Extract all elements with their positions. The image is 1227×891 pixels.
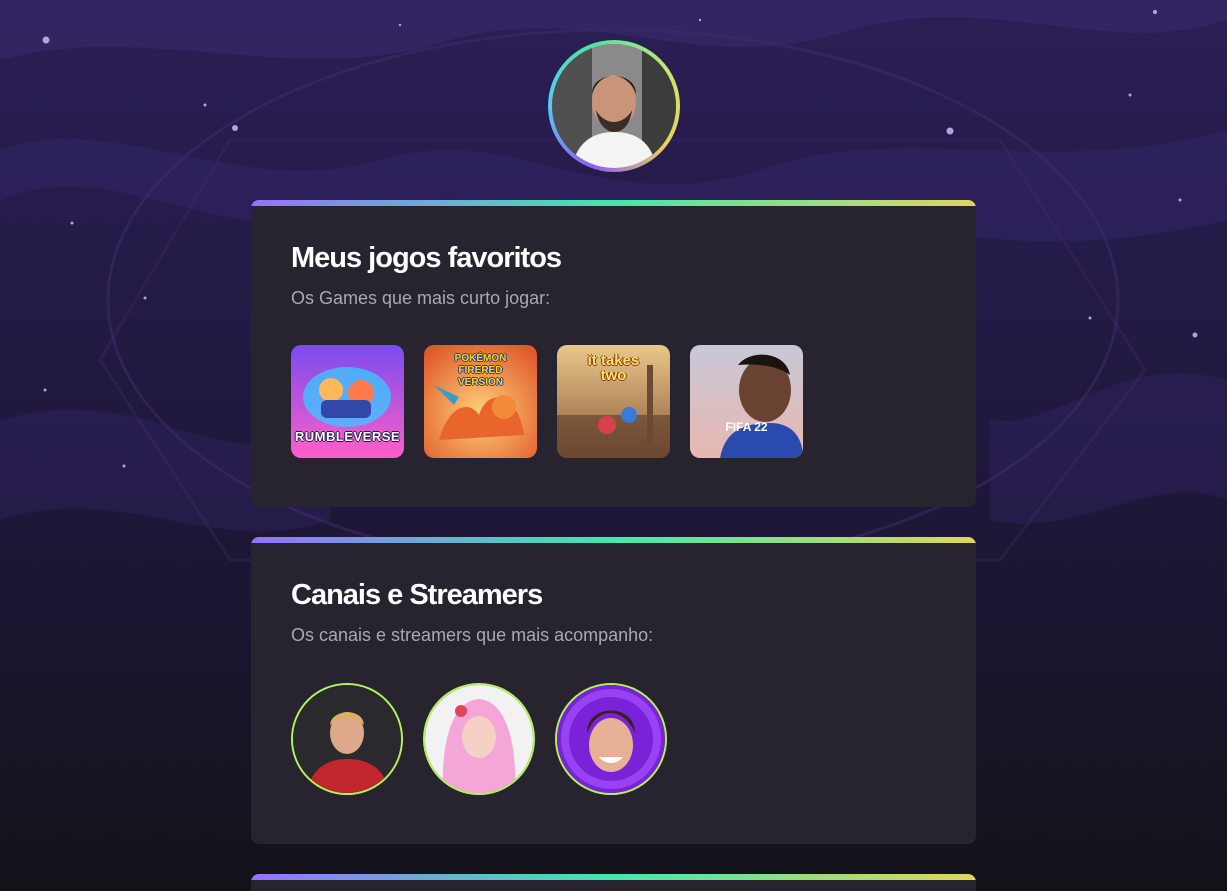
fifa-22-cover	[690, 345, 803, 458]
profile-avatar-photo	[552, 44, 676, 168]
streamers-list	[291, 683, 667, 795]
favorite-games-subtitle: Os Games que mais curto jogar:	[291, 288, 551, 308]
streamer-avatar-1[interactable]	[291, 683, 403, 795]
game-tile-it-takes-two[interactable]: it takes two	[557, 345, 670, 458]
next-section-card	[251, 874, 976, 891]
games-list: RUMBLEVERSE POKÉMON FIRERED VERSION it t…	[291, 345, 803, 458]
streamer-avatar-2[interactable]	[423, 683, 535, 795]
rumbleverse-label: RUMBLEVERSE	[294, 429, 401, 444]
game-tile-fifa-22[interactable]: FIFA 22	[690, 345, 803, 458]
streamers-subtitle: Os canais e streamers que mais acompanho…	[291, 625, 654, 645]
profile-avatar[interactable]	[548, 40, 680, 172]
fifa-22-label: FIFA 22	[725, 420, 768, 434]
pokemon-firered-label: POKÉMON FIRERED VERSION	[454, 353, 507, 388]
game-tile-rumbleverse[interactable]: RUMBLEVERSE	[291, 345, 404, 458]
favorite-games-title: Meus jogos favoritos	[291, 242, 562, 274]
it-takes-two-label: it takes two	[587, 352, 640, 384]
streamer-avatar-3[interactable]	[555, 683, 667, 795]
favorite-games-card: Meus jogos favoritos Os Games que mais c…	[251, 200, 976, 507]
streamers-card: Canais e Streamers Os canais e streamers…	[251, 537, 976, 844]
game-tile-pokemon-firered[interactable]: POKÉMON FIRERED VERSION	[424, 345, 537, 458]
streamers-title: Canais e Streamers	[291, 579, 543, 611]
